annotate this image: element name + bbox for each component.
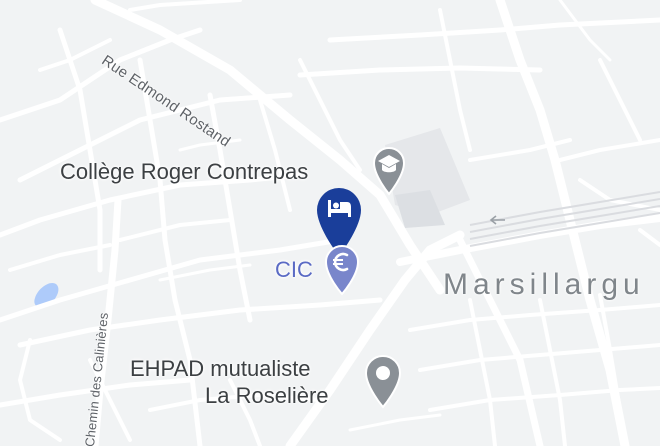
poi-label-college[interactable]: Collège Roger Contrepas — [60, 159, 308, 185]
poi-label-cic-bank[interactable]: CIC — [275, 257, 313, 283]
place-pin-icon[interactable] — [363, 355, 403, 409]
railway-direction-arrow-icon — [489, 215, 505, 225]
town-label-marsillargues: Marsillargu — [443, 268, 645, 301]
graduation-cap-icon[interactable] — [370, 146, 408, 196]
poi-label-ehpad-line2[interactable]: La Roselière — [205, 383, 329, 409]
map-canvas[interactable]: Rue Edmond Rostand Chemin des Calinières… — [0, 0, 660, 446]
poi-label-ehpad-line1[interactable]: EHPAD mutualiste — [130, 356, 311, 382]
euro-icon[interactable] — [322, 244, 362, 296]
